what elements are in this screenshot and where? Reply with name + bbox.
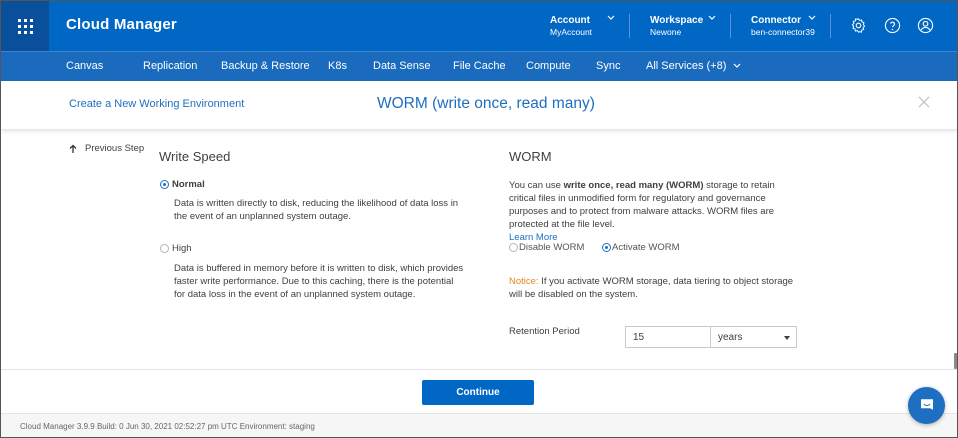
retention-period-input[interactable]: 15 — [625, 326, 711, 348]
chat-button[interactable] — [908, 387, 945, 424]
account-label: Account — [550, 15, 590, 26]
write-speed-title: Write Speed — [159, 149, 231, 164]
high-option-label: High — [172, 243, 192, 254]
high-desc-line: for data loss in the event of an unplann… — [174, 289, 416, 300]
app-window: Cloud Manager Account MyAccount Workspac… — [0, 0, 958, 438]
nav-item-canvas[interactable]: Canvas — [66, 60, 103, 72]
notice-text: If you activate WORM storage, data tieri… — [509, 276, 794, 300]
nav-item-replication[interactable]: Replication — [143, 60, 197, 72]
previous-step-label: Previous Step — [85, 143, 145, 154]
disable-worm-radio[interactable] — [509, 243, 518, 252]
account-value: MyAccount — [550, 27, 593, 37]
retention-period-label: Retention Period — [509, 326, 580, 337]
worm-desc-prefix: You can use — [509, 180, 564, 191]
header-divider — [730, 14, 731, 38]
wizard-content: Previous Step Write Speed Normal Data is… — [1, 129, 957, 369]
chevron-down-icon — [734, 63, 741, 68]
nav-item-all-services[interactable]: All Services (+8) — [646, 60, 741, 72]
connector-menu[interactable]: Connector ben-connector39 — [751, 15, 815, 38]
apps-menu-button[interactable] — [1, 1, 49, 51]
scrollbar-thumb[interactable] — [954, 353, 957, 369]
retention-unit-value: years — [718, 332, 743, 343]
worm-desc-bold: write once, read many (WORM) — [563, 180, 704, 191]
status-text: Cloud Manager 3.9.9 Build: 0 Jun 30, 202… — [20, 422, 315, 431]
normal-desc-line: the event of an unplanned system outage. — [174, 211, 351, 222]
nav-item-sync[interactable]: Sync — [596, 60, 620, 72]
worm-notice: Notice: If you activate WORM storage, da… — [509, 275, 799, 301]
worm-description: You can use write once, read many (WORM)… — [509, 179, 799, 244]
help-icon[interactable] — [881, 14, 903, 36]
normal-radio[interactable] — [160, 180, 169, 189]
nav-item-k8s[interactable]: K8s — [328, 60, 347, 72]
gear-icon[interactable] — [847, 14, 869, 36]
account-menu[interactable]: Account MyAccount — [550, 15, 592, 38]
normal-option-desc: Data is written directly to disk, reduci… — [174, 197, 458, 223]
workspace-label: Workspace — [650, 15, 704, 26]
top-header: Cloud Manager Account MyAccount Workspac… — [1, 1, 957, 51]
connector-value: ben-connector39 — [751, 27, 815, 37]
wizard-footer: Continue — [1, 369, 957, 413]
workspace-value: Newone — [650, 27, 682, 37]
high-radio[interactable] — [160, 244, 169, 253]
chevron-down-icon — [808, 13, 816, 24]
nav-item-compute[interactable]: Compute — [526, 60, 571, 72]
high-desc-line: faster write performance. Due to this ca… — [174, 276, 454, 287]
wizard-title: WORM (write once, read many) — [377, 95, 595, 112]
apps-grid-icon — [17, 18, 33, 34]
disable-worm-label: Disable WORM — [519, 242, 585, 253]
chevron-down-icon — [708, 13, 716, 24]
caret-down-icon — [784, 336, 790, 340]
notice-tag: Notice: — [509, 276, 539, 287]
workspace-menu[interactable]: Workspace Newone — [650, 15, 703, 38]
close-icon[interactable] — [917, 95, 933, 111]
retention-unit-select[interactable]: years — [711, 326, 797, 348]
wizard-header: Create a New Working Environment WORM (w… — [1, 81, 957, 129]
worm-title: WORM — [509, 149, 552, 164]
nav-item-file-cache[interactable]: File Cache — [453, 60, 506, 72]
high-desc-line: Data is buffered in memory before it is … — [174, 263, 464, 274]
create-working-environment-link[interactable]: Create a New Working Environment — [69, 98, 244, 110]
normal-desc-line: Data is written directly to disk, reduci… — [174, 198, 459, 209]
previous-step-button[interactable]: Previous Step — [69, 143, 144, 154]
activate-worm-radio[interactable] — [602, 243, 611, 252]
header-divider — [629, 14, 630, 38]
all-services-label: All Services (+8) — [646, 60, 727, 72]
app-title: Cloud Manager — [66, 16, 177, 33]
continue-button[interactable]: Continue — [422, 380, 534, 405]
arrow-up-icon — [69, 144, 77, 153]
chevron-down-icon — [607, 13, 615, 24]
nav-item-data-sense[interactable]: Data Sense — [373, 60, 430, 72]
services-nav: Canvas Replication Backup & Restore K8s … — [1, 51, 957, 81]
high-option-desc: Data is buffered in memory before it is … — [174, 262, 463, 301]
nav-item-backup-restore[interactable]: Backup & Restore — [221, 60, 310, 72]
connector-label: Connector — [751, 15, 801, 26]
activate-worm-label: Activate WORM — [612, 242, 680, 253]
normal-option-label: Normal — [172, 179, 205, 190]
status-bar: Cloud Manager 3.9.9 Build: 0 Jun 30, 202… — [1, 413, 957, 437]
chat-icon — [920, 398, 933, 410]
header-divider — [830, 14, 831, 38]
user-icon[interactable] — [914, 14, 936, 36]
